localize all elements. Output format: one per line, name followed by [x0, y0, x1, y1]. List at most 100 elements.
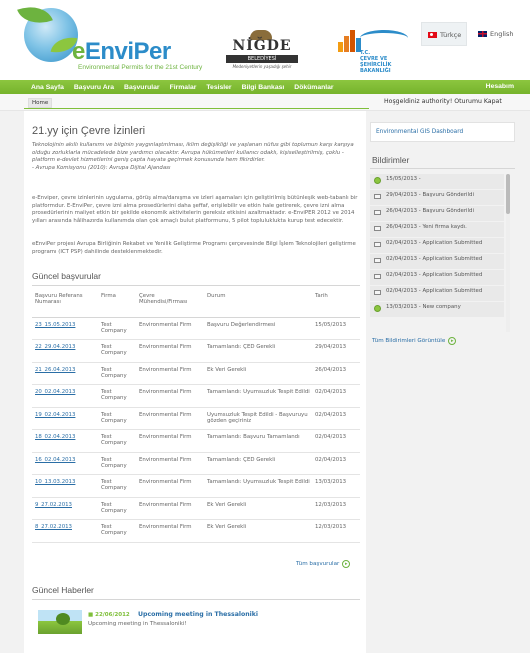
- notification-item[interactable]: 15/05/2013 -: [370, 174, 504, 189]
- cell-status: Tamamlandı: ÇED Gerekli: [204, 339, 312, 363]
- cell-status: Tamamlandı: ÇED Gerekli: [204, 452, 312, 475]
- breadcrumb-home[interactable]: Home: [28, 98, 53, 108]
- news-thumbnail: [38, 610, 82, 634]
- ref-link[interactable]: 10_13.03.2013: [32, 474, 98, 498]
- table-row: 21_26.04.2013 Test Company Environmental F…: [32, 362, 360, 385]
- notification-text: 02/04/2013 - Application Submitted: [386, 256, 483, 262]
- cell-date: 12/03/2013: [312, 519, 360, 543]
- arrow-right-icon: ▸: [342, 560, 351, 568]
- table-row: 8_27.02.2013 Test Company Environmental Fi…: [32, 519, 360, 543]
- nigde-municipality-logo: NİĞDE BELEDİYESİ Medeniyetlerin yaşadığı…: [226, 30, 298, 74]
- notification-item[interactable]: 29/04/2013 - Başvuru Gönderildi: [370, 190, 504, 205]
- ref-link[interactable]: 20_02.04.2013: [32, 384, 98, 408]
- cell-engineer: Environmental Firm: [136, 362, 204, 385]
- cell-engineer: Environmental Firm: [136, 407, 204, 430]
- cell-engineer: Environmental Firm: [136, 429, 204, 453]
- recent-applications-title: Güncel başvurular: [32, 271, 101, 281]
- mail-icon: [374, 242, 381, 247]
- notification-text: 15/05/2013 -: [386, 176, 421, 182]
- nav-documents[interactable]: Dökümanlar: [284, 84, 333, 91]
- table-row: 22_29.04.2013 Test Company Environmental F…: [32, 339, 360, 363]
- divider: [32, 285, 360, 286]
- nav-facilities[interactable]: Tesisler: [196, 84, 231, 91]
- ref-link[interactable]: 23_15.05.2013: [32, 317, 98, 340]
- nav-home[interactable]: Ana Sayfa: [0, 84, 64, 91]
- cell-firm: Test Company: [98, 407, 136, 430]
- cell-firm: Test Company: [98, 452, 136, 475]
- all-applications-link[interactable]: Tüm başvurular ▸: [296, 560, 351, 568]
- language-english[interactable]: English: [472, 22, 522, 46]
- cell-firm: Test Company: [98, 429, 136, 453]
- cell-firm: Test Company: [98, 497, 136, 520]
- column-header: Durum: [204, 293, 312, 318]
- cell-firm: Test Company: [98, 474, 136, 498]
- cell-engineer: Environmental Firm: [136, 384, 204, 408]
- cell-date: 12/03/2013: [312, 497, 360, 520]
- breadcrumb-bar: Home Hoşgeldiniz authority! Oturumu Kapa…: [0, 94, 530, 111]
- ref-link[interactable]: 22_29.04.2013: [32, 339, 98, 363]
- page-title: 21.yy için Çevre İzinleri: [32, 125, 146, 137]
- ministry-logo: T.C. ÇEVRE VE ŞEHİRCİLİK BAKANLIĞI: [330, 24, 410, 74]
- nav-application-search[interactable]: Başvuru Ara: [64, 84, 114, 91]
- table-row: 9_27.02.2013 Test Company Environmental Fi…: [32, 497, 360, 520]
- cell-status: Uyumsuzluk Tespit Edildi - Başvuruyu göz…: [204, 407, 312, 430]
- notifications-title: Bildirimler: [372, 155, 410, 165]
- notification-item[interactable]: 26/04/2013 - Yeni firma kaydı.: [370, 222, 504, 237]
- language-turkish[interactable]: Türkçe: [421, 22, 467, 46]
- table-row: 19_02.04.2013 Test Company Environmental F…: [32, 407, 360, 430]
- notification-item[interactable]: 02/04/2013 - Application Submitted: [370, 254, 504, 269]
- notification-text: 26/04/2013 - Yeni firma kaydı.: [386, 224, 467, 230]
- scrollbar-thumb[interactable]: [506, 174, 510, 214]
- divider: [32, 599, 360, 600]
- all-notifications-link[interactable]: Tüm Bildirimleri Görüntüle ▸: [372, 337, 457, 345]
- ref-link[interactable]: 8_27.02.2013: [32, 519, 98, 543]
- news-description: Upcoming meeting in Thessaloniki!: [88, 621, 187, 627]
- swoosh-icon: [360, 30, 408, 46]
- notification-item[interactable]: 02/04/2013 - Application Submitted: [370, 238, 504, 253]
- tree-icon: [56, 613, 70, 625]
- news-item[interactable]: ■ 22/06/2012 Upcoming meeting in Thessal…: [38, 610, 358, 634]
- ref-link[interactable]: 9_27.02.2013: [32, 497, 98, 520]
- notification-item[interactable]: 02/04/2013 - Application Submitted: [370, 270, 504, 285]
- cell-date: 15/05/2013: [312, 317, 360, 340]
- nav-applications[interactable]: Başvurular: [114, 84, 160, 91]
- cell-status: Tamamlandı: Uyumsuzluk Tespit Edildi: [204, 384, 312, 408]
- ref-link[interactable]: 18_02.04.2013: [32, 429, 98, 453]
- notification-item[interactable]: 26/04/2013 - Başvuru Gönderildi: [370, 206, 504, 221]
- mail-icon: [374, 194, 381, 199]
- turkey-flag-icon: [428, 32, 437, 38]
- cell-status: Tamamlandı: Uyumsuzluk Tespit Edildi: [204, 474, 312, 498]
- notification-item[interactable]: 13/03/2013 - New company: [370, 302, 504, 317]
- mail-icon: [374, 258, 381, 263]
- notification-text: 02/04/2013 - Application Submitted: [386, 288, 483, 294]
- mail-icon: [374, 226, 381, 231]
- cell-status: Ek Veri Gerekli: [204, 497, 312, 520]
- intro-paragraph: e-Enviper, çevre izinlerinin uygulama, g…: [32, 195, 358, 224]
- news-headline[interactable]: Upcoming meeting in Thessaloniki: [138, 611, 258, 618]
- table-header-row: Başvuru Referans Numarası Firma Çevre Mü…: [32, 293, 360, 318]
- ref-link[interactable]: 19_02.04.2013: [32, 407, 98, 430]
- notification-text: 29/04/2013 - Başvuru Gönderildi: [386, 192, 474, 198]
- gis-dashboard-link[interactable]: Environmental GIS Dashboard: [376, 129, 463, 135]
- table-row: 10_13.03.2013 Test Company Environmental F…: [32, 474, 360, 498]
- column-header: Firma: [98, 293, 136, 318]
- cell-date: 02/04/2013: [312, 452, 360, 475]
- notification-item[interactable]: 02/04/2013 - Application Submitted: [370, 286, 504, 301]
- notification-text: 02/04/2013 - Application Submitted: [386, 272, 483, 278]
- funding-paragraph: eEnviPer projesi Avrupa Birliğinin Rekab…: [32, 241, 356, 255]
- nav-companies[interactable]: Firmalar: [160, 84, 197, 91]
- cell-status: Başvuru Değerlendirmesi: [204, 317, 312, 340]
- main-content: 21.yy için Çevre İzinleri Teknolojinin a…: [24, 111, 366, 653]
- check-circle-icon: [374, 177, 381, 184]
- cell-engineer: Environmental Firm: [136, 497, 204, 520]
- notification-text: 13/03/2013 - New company: [386, 304, 461, 310]
- news-date: ■ 22/06/2012: [88, 612, 130, 618]
- ref-link[interactable]: 21_26.04.2013: [32, 362, 98, 385]
- welcome-logout[interactable]: Hoşgeldiniz authority! Oturumu Kapat: [384, 98, 502, 105]
- nav-knowledge-base[interactable]: Bilgi Bankası: [232, 84, 285, 91]
- nav-my-account[interactable]: Hesabım: [486, 83, 514, 90]
- table-row: 18_02.04.2013 Test Company Environmental F…: [32, 429, 360, 453]
- cell-status: Ek Veri Gerekli: [204, 519, 312, 543]
- ref-link[interactable]: 16_02.04.2013: [32, 452, 98, 475]
- cell-date: 13/03/2013: [312, 474, 360, 498]
